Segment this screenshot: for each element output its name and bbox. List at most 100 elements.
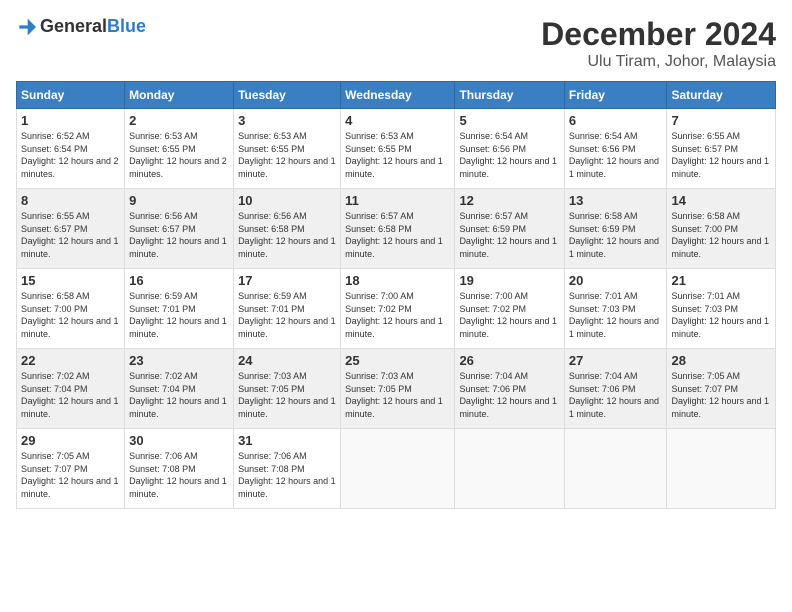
day-number: 7 bbox=[671, 113, 771, 128]
day-number: 21 bbox=[671, 273, 771, 288]
day-number: 10 bbox=[238, 193, 336, 208]
location-title: Ulu Tiram, Johor, Malaysia bbox=[541, 53, 776, 71]
day-info: Sunrise: 7:02 AMSunset: 7:04 PMDaylight:… bbox=[129, 370, 229, 420]
day-info: Sunrise: 7:06 AMSunset: 7:08 PMDaylight:… bbox=[238, 450, 336, 500]
table-row: 29 Sunrise: 7:05 AMSunset: 7:07 PMDaylig… bbox=[17, 429, 125, 509]
day-info: Sunrise: 6:58 AMSunset: 6:59 PMDaylight:… bbox=[569, 210, 663, 260]
table-row: 16 Sunrise: 6:59 AMSunset: 7:01 PMDaylig… bbox=[125, 269, 234, 349]
day-info: Sunrise: 6:56 AMSunset: 6:57 PMDaylight:… bbox=[129, 210, 229, 260]
title-area: December 2024 Ulu Tiram, Johor, Malaysia bbox=[541, 16, 776, 71]
day-number: 2 bbox=[129, 113, 229, 128]
day-number: 13 bbox=[569, 193, 663, 208]
day-number: 17 bbox=[238, 273, 336, 288]
day-info: Sunrise: 6:59 AMSunset: 7:01 PMDaylight:… bbox=[238, 290, 336, 340]
day-number: 16 bbox=[129, 273, 229, 288]
day-info: Sunrise: 6:57 AMSunset: 6:59 PMDaylight:… bbox=[459, 210, 559, 260]
table-row: 22 Sunrise: 7:02 AMSunset: 7:04 PMDaylig… bbox=[17, 349, 125, 429]
day-info: Sunrise: 7:01 AMSunset: 7:03 PMDaylight:… bbox=[671, 290, 771, 340]
day-info: Sunrise: 7:03 AMSunset: 7:05 PMDaylight:… bbox=[345, 370, 450, 420]
day-number: 1 bbox=[21, 113, 120, 128]
table-row: 27 Sunrise: 7:04 AMSunset: 7:06 PMDaylig… bbox=[564, 349, 667, 429]
day-info: Sunrise: 7:02 AMSunset: 7:04 PMDaylight:… bbox=[21, 370, 120, 420]
calendar-week-row: 15 Sunrise: 6:58 AMSunset: 7:00 PMDaylig… bbox=[17, 269, 776, 349]
day-number: 23 bbox=[129, 353, 229, 368]
table-row: 23 Sunrise: 7:02 AMSunset: 7:04 PMDaylig… bbox=[125, 349, 234, 429]
day-info: Sunrise: 7:05 AMSunset: 7:07 PMDaylight:… bbox=[671, 370, 771, 420]
table-row: 13 Sunrise: 6:58 AMSunset: 6:59 PMDaylig… bbox=[564, 189, 667, 269]
table-row: 30 Sunrise: 7:06 AMSunset: 7:08 PMDaylig… bbox=[125, 429, 234, 509]
day-number: 26 bbox=[459, 353, 559, 368]
table-row: 20 Sunrise: 7:01 AMSunset: 7:03 PMDaylig… bbox=[564, 269, 667, 349]
header-thursday: Thursday bbox=[455, 82, 564, 109]
table-row: 10 Sunrise: 6:56 AMSunset: 6:58 PMDaylig… bbox=[234, 189, 341, 269]
table-row: 14 Sunrise: 6:58 AMSunset: 7:00 PMDaylig… bbox=[667, 189, 776, 269]
day-info: Sunrise: 6:58 AMSunset: 7:00 PMDaylight:… bbox=[671, 210, 771, 260]
table-row: 15 Sunrise: 6:58 AMSunset: 7:00 PMDaylig… bbox=[17, 269, 125, 349]
table-row: 9 Sunrise: 6:56 AMSunset: 6:57 PMDayligh… bbox=[125, 189, 234, 269]
day-number: 4 bbox=[345, 113, 450, 128]
day-number: 30 bbox=[129, 433, 229, 448]
day-number: 28 bbox=[671, 353, 771, 368]
calendar-week-row: 8 Sunrise: 6:55 AMSunset: 6:57 PMDayligh… bbox=[17, 189, 776, 269]
day-info: Sunrise: 7:01 AMSunset: 7:03 PMDaylight:… bbox=[569, 290, 663, 340]
table-row: 28 Sunrise: 7:05 AMSunset: 7:07 PMDaylig… bbox=[667, 349, 776, 429]
table-row: 21 Sunrise: 7:01 AMSunset: 7:03 PMDaylig… bbox=[667, 269, 776, 349]
table-row: 31 Sunrise: 7:06 AMSunset: 7:08 PMDaylig… bbox=[234, 429, 341, 509]
header: GeneralBlue December 2024 Ulu Tiram, Joh… bbox=[16, 16, 776, 71]
table-row: 6 Sunrise: 6:54 AMSunset: 6:56 PMDayligh… bbox=[564, 109, 667, 189]
table-row: 19 Sunrise: 7:00 AMSunset: 7:02 PMDaylig… bbox=[455, 269, 564, 349]
logo: GeneralBlue bbox=[16, 16, 146, 37]
day-number: 9 bbox=[129, 193, 229, 208]
table-row: 24 Sunrise: 7:03 AMSunset: 7:05 PMDaylig… bbox=[234, 349, 341, 429]
table-row: 3 Sunrise: 6:53 AMSunset: 6:55 PMDayligh… bbox=[234, 109, 341, 189]
day-number: 15 bbox=[21, 273, 120, 288]
logo-icon bbox=[16, 17, 36, 37]
table-row: 1 Sunrise: 6:52 AMSunset: 6:54 PMDayligh… bbox=[17, 109, 125, 189]
logo-blue: Blue bbox=[107, 16, 146, 36]
calendar-week-row: 29 Sunrise: 7:05 AMSunset: 7:07 PMDaylig… bbox=[17, 429, 776, 509]
table-row: 5 Sunrise: 6:54 AMSunset: 6:56 PMDayligh… bbox=[455, 109, 564, 189]
day-number: 6 bbox=[569, 113, 663, 128]
table-row: 11 Sunrise: 6:57 AMSunset: 6:58 PMDaylig… bbox=[341, 189, 455, 269]
day-info: Sunrise: 7:00 AMSunset: 7:02 PMDaylight:… bbox=[459, 290, 559, 340]
day-number: 12 bbox=[459, 193, 559, 208]
month-title: December 2024 bbox=[541, 16, 776, 53]
day-info: Sunrise: 6:54 AMSunset: 6:56 PMDaylight:… bbox=[459, 130, 559, 180]
day-info: Sunrise: 7:06 AMSunset: 7:08 PMDaylight:… bbox=[129, 450, 229, 500]
day-info: Sunrise: 6:57 AMSunset: 6:58 PMDaylight:… bbox=[345, 210, 450, 260]
header-friday: Friday bbox=[564, 82, 667, 109]
day-info: Sunrise: 7:04 AMSunset: 7:06 PMDaylight:… bbox=[569, 370, 663, 420]
day-info: Sunrise: 7:05 AMSunset: 7:07 PMDaylight:… bbox=[21, 450, 120, 500]
table-row bbox=[667, 429, 776, 509]
table-row: 7 Sunrise: 6:55 AMSunset: 6:57 PMDayligh… bbox=[667, 109, 776, 189]
day-info: Sunrise: 7:03 AMSunset: 7:05 PMDaylight:… bbox=[238, 370, 336, 420]
day-info: Sunrise: 6:55 AMSunset: 6:57 PMDaylight:… bbox=[21, 210, 120, 260]
logo-general: General bbox=[40, 16, 107, 36]
calendar-week-row: 1 Sunrise: 6:52 AMSunset: 6:54 PMDayligh… bbox=[17, 109, 776, 189]
table-row: 17 Sunrise: 6:59 AMSunset: 7:01 PMDaylig… bbox=[234, 269, 341, 349]
table-row: 18 Sunrise: 7:00 AMSunset: 7:02 PMDaylig… bbox=[341, 269, 455, 349]
day-number: 22 bbox=[21, 353, 120, 368]
day-info: Sunrise: 6:52 AMSunset: 6:54 PMDaylight:… bbox=[21, 130, 120, 180]
day-info: Sunrise: 6:59 AMSunset: 7:01 PMDaylight:… bbox=[129, 290, 229, 340]
table-row: 4 Sunrise: 6:53 AMSunset: 6:55 PMDayligh… bbox=[341, 109, 455, 189]
calendar-table: Sunday Monday Tuesday Wednesday Thursday… bbox=[16, 81, 776, 509]
table-row bbox=[564, 429, 667, 509]
day-info: Sunrise: 6:58 AMSunset: 7:00 PMDaylight:… bbox=[21, 290, 120, 340]
day-info: Sunrise: 6:53 AMSunset: 6:55 PMDaylight:… bbox=[129, 130, 229, 180]
day-number: 8 bbox=[21, 193, 120, 208]
day-number: 20 bbox=[569, 273, 663, 288]
day-number: 18 bbox=[345, 273, 450, 288]
day-info: Sunrise: 6:54 AMSunset: 6:56 PMDaylight:… bbox=[569, 130, 663, 180]
weekday-header-row: Sunday Monday Tuesday Wednesday Thursday… bbox=[17, 82, 776, 109]
table-row: 26 Sunrise: 7:04 AMSunset: 7:06 PMDaylig… bbox=[455, 349, 564, 429]
table-row: 25 Sunrise: 7:03 AMSunset: 7:05 PMDaylig… bbox=[341, 349, 455, 429]
day-number: 27 bbox=[569, 353, 663, 368]
day-number: 14 bbox=[671, 193, 771, 208]
calendar-week-row: 22 Sunrise: 7:02 AMSunset: 7:04 PMDaylig… bbox=[17, 349, 776, 429]
day-number: 11 bbox=[345, 193, 450, 208]
day-number: 25 bbox=[345, 353, 450, 368]
day-info: Sunrise: 6:56 AMSunset: 6:58 PMDaylight:… bbox=[238, 210, 336, 260]
day-number: 19 bbox=[459, 273, 559, 288]
table-row bbox=[455, 429, 564, 509]
